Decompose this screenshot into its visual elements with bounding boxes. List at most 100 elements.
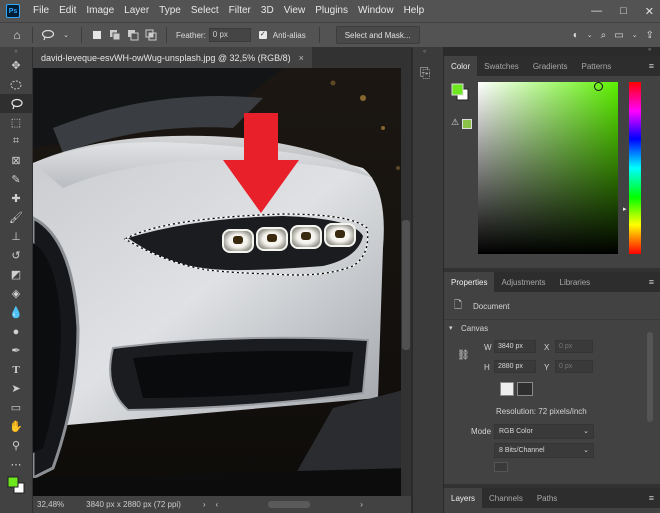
object-selection-tool-icon[interactable]: ⬚: [0, 113, 32, 132]
more-tools-icon[interactable]: ⋯: [0, 455, 32, 474]
antialias-label: Anti-alias: [272, 30, 306, 40]
chevron-down-icon[interactable]: ⌄: [59, 28, 73, 42]
menu-layer[interactable]: Layer: [119, 0, 154, 22]
search-icon[interactable]: ⌕: [601, 30, 607, 41]
tab-libraries[interactable]: Libraries: [553, 272, 598, 292]
chevron-down-icon[interactable]: ⌄: [587, 31, 593, 39]
workspace-icon[interactable]: ▭: [614, 30, 623, 41]
add-selection-icon[interactable]: [108, 28, 122, 42]
brush-tool-icon[interactable]: 🖌: [0, 208, 32, 227]
crop-tool-icon[interactable]: ⌗: [0, 132, 32, 151]
menu-view[interactable]: View: [279, 0, 311, 22]
zoom-tool-icon[interactable]: ⚲: [0, 436, 32, 455]
history-brush-tool-icon[interactable]: ↺: [0, 246, 32, 265]
panel-menu-icon[interactable]: ≡: [649, 493, 654, 503]
intersect-selection-icon[interactable]: [144, 28, 158, 42]
canvas[interactable]: [33, 68, 411, 496]
frame-tool-icon[interactable]: ⊠: [0, 151, 32, 170]
tab-color[interactable]: Color: [444, 56, 478, 76]
collapse-icon[interactable]: «: [648, 47, 651, 53]
clone-stamp-tool-icon[interactable]: ⊥: [0, 227, 32, 246]
subtract-selection-icon[interactable]: [126, 28, 140, 42]
blur-tool-icon[interactable]: 💧: [0, 303, 32, 322]
menu-window[interactable]: Window: [353, 0, 399, 22]
link-icon[interactable]: ⛓: [457, 350, 470, 361]
document-tab[interactable]: david-leveque-esvWH-owWug-unsplash.jpg @…: [33, 47, 312, 68]
tab-swatches[interactable]: Swatches: [477, 56, 526, 76]
rectangle-tool-icon[interactable]: ▭: [0, 398, 32, 417]
tab-patterns[interactable]: Patterns: [575, 56, 619, 76]
gamut-swatch[interactable]: [462, 119, 472, 129]
dodge-tool-icon[interactable]: ●: [0, 322, 32, 341]
home-icon[interactable]: ⌂: [10, 28, 24, 42]
x-input[interactable]: 0 px: [555, 340, 593, 353]
tab-channels[interactable]: Channels: [482, 488, 530, 508]
menu-3d[interactable]: 3D: [256, 0, 279, 22]
feather-input[interactable]: 0 px: [208, 28, 251, 42]
lasso-tool-preset-icon[interactable]: [41, 28, 55, 42]
menu-type[interactable]: Type: [154, 0, 186, 22]
panel-menu-icon[interactable]: ≡: [649, 277, 654, 287]
vertical-scrollbar-thumb[interactable]: [402, 220, 410, 350]
select-and-mask-button[interactable]: Select and Mask...: [335, 26, 420, 44]
mode-select[interactable]: RGB Color ⌄: [494, 424, 594, 439]
panel-menu-icon[interactable]: ≡: [649, 61, 654, 71]
tab-adjustments[interactable]: Adjustments: [494, 272, 552, 292]
tab-properties[interactable]: Properties: [444, 272, 495, 292]
close-icon[interactable]: ✕: [645, 5, 654, 18]
portrait-orientation-icon[interactable]: [500, 382, 514, 396]
height-input[interactable]: 2880 px: [494, 360, 536, 373]
menu-image[interactable]: Image: [81, 0, 119, 22]
type-tool-icon[interactable]: T: [0, 360, 32, 379]
menu-select[interactable]: Select: [186, 0, 224, 22]
antialias-checkbox[interactable]: ✓ Anti-alias: [258, 30, 309, 40]
history-panel-icon[interactable]: ⎘: [420, 65, 430, 81]
healing-brush-tool-icon[interactable]: ✚: [0, 189, 32, 208]
color-swatches-icon[interactable]: [0, 474, 32, 496]
eraser-tool-icon[interactable]: ◩: [0, 265, 32, 284]
zoom-level[interactable]: 32,48%: [37, 500, 64, 509]
share-upload-icon[interactable]: ⇪: [646, 30, 654, 41]
background-color-swatch[interactable]: [494, 462, 508, 472]
eyedropper-tool-icon[interactable]: ✎: [0, 170, 32, 189]
lasso-tool-icon[interactable]: [0, 94, 32, 113]
color-swatches-icon[interactable]: [451, 83, 469, 101]
panel-scrollbar[interactable]: [647, 332, 653, 422]
hue-slider[interactable]: [629, 82, 641, 254]
menu-plugins[interactable]: Plugins: [310, 0, 353, 22]
menu-filter[interactable]: Filter: [224, 0, 256, 22]
menu-file[interactable]: File: [28, 0, 54, 22]
close-tab-icon[interactable]: ×: [299, 53, 304, 63]
collapse-icon[interactable]: »: [0, 47, 32, 56]
bit-depth-select[interactable]: 8 Bits/Channel ⌄: [494, 443, 594, 458]
tab-gradients[interactable]: Gradients: [526, 56, 575, 76]
menu-edit[interactable]: Edit: [54, 0, 81, 22]
landscape-orientation-icon[interactable]: [517, 382, 533, 396]
menu-help[interactable]: Help: [399, 0, 430, 22]
width-input[interactable]: 3840 px: [494, 340, 536, 353]
move-tool-icon[interactable]: ✥: [0, 56, 32, 75]
color-picker-handle[interactable]: [594, 82, 603, 91]
hand-tool-icon[interactable]: ✋: [0, 417, 32, 436]
marquee-tool-icon[interactable]: [0, 75, 32, 94]
share-icon[interactable]: ◐: [573, 30, 579, 41]
pen-tool-icon[interactable]: ✒: [0, 341, 32, 360]
paint-bucket-tool-icon[interactable]: ◈: [0, 284, 32, 303]
new-selection-icon[interactable]: [90, 28, 104, 42]
minimize-icon[interactable]: —: [591, 5, 602, 17]
y-input[interactable]: 0 px: [555, 360, 593, 373]
path-selection-tool-icon[interactable]: ➤: [0, 379, 32, 398]
chevron-down-icon[interactable]: ▾: [449, 324, 453, 332]
collapse-icon[interactable]: «: [423, 49, 426, 55]
status-chevron-icon[interactable]: ›: [203, 500, 206, 509]
chevron-down-icon[interactable]: ⌄: [632, 31, 638, 39]
tab-layers[interactable]: Layers: [444, 488, 483, 508]
maximize-icon[interactable]: □: [620, 5, 627, 17]
photoshop-logo[interactable]: Ps: [6, 4, 20, 18]
scroll-left-icon[interactable]: ‹: [216, 500, 219, 509]
scroll-right-icon[interactable]: ›: [360, 500, 363, 509]
tab-paths[interactable]: Paths: [530, 488, 564, 508]
hue-slider-handle[interactable]: ▸: [623, 205, 627, 213]
horizontal-scrollbar[interactable]: [268, 501, 311, 508]
color-field[interactable]: [478, 82, 618, 254]
